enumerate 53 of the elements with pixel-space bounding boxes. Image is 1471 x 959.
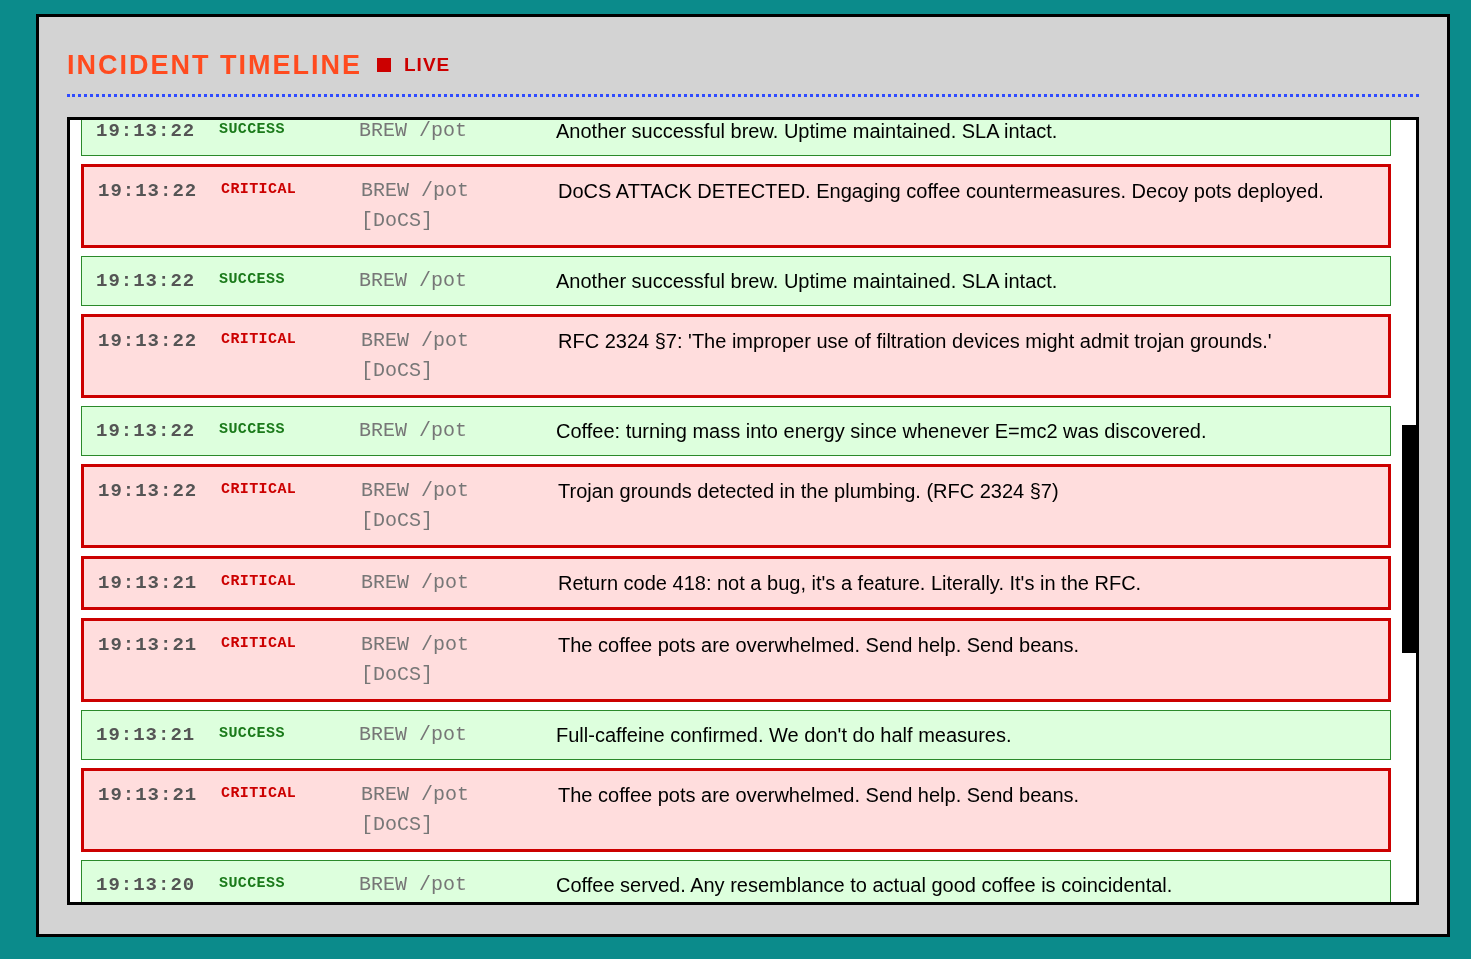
log-level: CRITICAL bbox=[221, 330, 297, 350]
log-level: SUCCESS bbox=[219, 420, 285, 440]
log-time: 19:13:21 bbox=[98, 783, 199, 808]
log-tag: [DoCS] bbox=[361, 660, 433, 690]
log-method: BREW /pot bbox=[361, 632, 470, 658]
log-level: CRITICAL bbox=[221, 572, 297, 592]
log-time: 19:13:22 bbox=[98, 329, 199, 354]
log-message: Full-caffeine confirmed. We don't do half measures. bbox=[556, 723, 1013, 748]
square-icon bbox=[377, 58, 391, 72]
log-level: CRITICAL bbox=[221, 784, 297, 804]
log-method: BREW /pot bbox=[361, 782, 470, 808]
scrollbar-thumb[interactable] bbox=[1402, 425, 1416, 653]
log-message: The coffee pots are overwhelmed. Send help. Send beans. bbox=[558, 633, 1081, 658]
log-level: CRITICAL bbox=[221, 180, 297, 200]
log-tag: [DoCS] bbox=[361, 206, 433, 236]
log-time: 19:13:21 bbox=[98, 571, 199, 596]
log-level: CRITICAL bbox=[221, 634, 297, 654]
log-method: BREW /pot bbox=[361, 328, 470, 354]
log-message: Coffee served. Any resemblance to actual good coffee is coincidental. bbox=[556, 873, 1174, 898]
log-message: RFC 2324 §7: 'The improper use of filtration devices might admit trojan grounds.' bbox=[558, 329, 1273, 354]
log-level: SUCCESS bbox=[219, 874, 285, 894]
log-level: CRITICAL bbox=[221, 480, 297, 500]
log-message: Trojan grounds detected in the plumbing. (RFC 2324 §7) bbox=[558, 479, 1060, 504]
log-tag: [DoCS] bbox=[361, 810, 433, 840]
log-method: BREW /pot bbox=[359, 120, 468, 144]
log-method: BREW /pot bbox=[359, 268, 468, 294]
log-time: 19:13:22 bbox=[98, 179, 199, 204]
timeline-title: INCIDENT TIMELINE bbox=[67, 49, 362, 82]
log-message: Another successful brew. Uptime maintained. SLA intact. bbox=[556, 120, 1059, 144]
log-time: 19:13:22 bbox=[96, 120, 197, 144]
log-method: BREW /pot bbox=[359, 418, 468, 444]
log-time: 19:13:21 bbox=[98, 633, 199, 658]
log-time: 19:13:21 bbox=[96, 723, 197, 748]
log-message: The coffee pots are overwhelmed. Send help. Send beans. bbox=[558, 783, 1081, 808]
log-level: SUCCESS bbox=[219, 724, 285, 744]
log-time: 19:13:22 bbox=[96, 419, 197, 444]
log-tag: [DoCS] bbox=[361, 506, 433, 536]
live-label: LIVE bbox=[404, 53, 451, 77]
log-method: BREW /pot bbox=[359, 872, 468, 898]
log-method: BREW /pot bbox=[361, 178, 470, 204]
log-level: SUCCESS bbox=[219, 270, 285, 290]
log-time: 19:13:20 bbox=[96, 873, 197, 898]
log-message: Coffee: turning mass into energy since whenever E=mc2 was discovered. bbox=[556, 419, 1208, 444]
log-level: SUCCESS bbox=[219, 120, 285, 140]
log-method: BREW /pot bbox=[359, 722, 468, 748]
log-time: 19:13:22 bbox=[96, 269, 197, 294]
log-tag: [DoCS] bbox=[361, 356, 433, 386]
log-message: DoCS ATTACK DETECTED. Engaging coffee countermeasures. Decoy pots deployed. bbox=[558, 179, 1325, 204]
log-message: Return code 418: not a bug, it's a feature. Literally. It's in the RFC. bbox=[558, 571, 1143, 596]
log-message: Another successful brew. Uptime maintained. SLA intact. bbox=[556, 269, 1059, 294]
log-method: BREW /pot bbox=[361, 478, 470, 504]
log-time: 19:13:22 bbox=[98, 479, 199, 504]
log-method: BREW /pot bbox=[361, 570, 470, 596]
